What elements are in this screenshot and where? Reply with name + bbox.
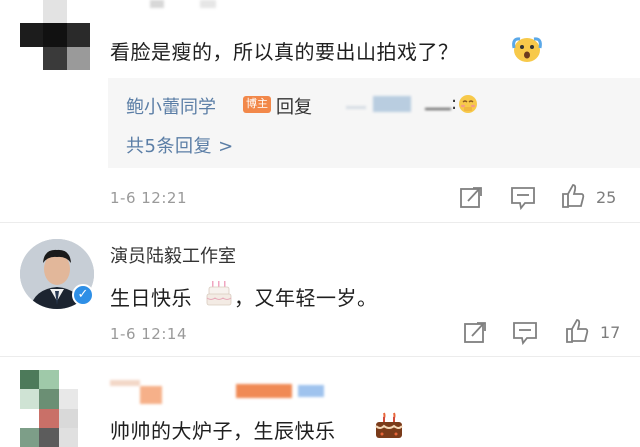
blurred-username xyxy=(236,384,292,398)
like-icon[interactable] xyxy=(560,183,586,209)
share-icon[interactable] xyxy=(462,320,488,346)
blurred-username xyxy=(110,380,140,386)
comment-divider xyxy=(0,222,640,223)
comment-text: 看脸是瘦的，所以真的要出山拍戏了？ xyxy=(110,40,459,64)
blurred-reply-target xyxy=(373,96,411,112)
cake-icon xyxy=(206,281,232,306)
blurred-reply-target xyxy=(346,106,366,109)
username[interactable]: 演员陆毅工作室 xyxy=(110,242,236,268)
share-icon[interactable] xyxy=(458,185,484,211)
comment-text: 生日快乐 xyxy=(110,286,192,310)
blurred-username xyxy=(140,386,162,404)
comment-timestamp: 1-6 12:14 xyxy=(110,325,187,343)
comment-text: 帅帅的大炉子，生辰快乐 xyxy=(110,419,336,443)
reply-verb: 回复 xyxy=(276,97,312,118)
reply-author-name[interactable]: 鲍小蕾同学 xyxy=(126,93,216,119)
like-count: 25 xyxy=(596,188,617,207)
reply-colon: : xyxy=(451,93,458,114)
cake-icon xyxy=(375,412,403,438)
blurred-username xyxy=(200,0,216,8)
comment-divider xyxy=(0,356,640,357)
verified-icon: ✓ xyxy=(72,284,94,306)
avatar-mosaic[interactable] xyxy=(20,0,90,70)
surprised-emoji-icon xyxy=(512,37,542,62)
avatar-mosaic[interactable] xyxy=(20,370,78,447)
comment-icon[interactable] xyxy=(512,320,538,346)
comment-icon[interactable] xyxy=(510,185,536,211)
blurred-username xyxy=(298,385,324,397)
like-count: 17 xyxy=(600,323,621,342)
blurred-reply-target xyxy=(425,108,451,110)
comment-text-continued: ，又年轻一岁。 xyxy=(234,286,378,310)
blurred-username xyxy=(150,0,164,8)
comment-timestamp: 1-6 12:21 xyxy=(110,189,187,207)
shy-emoji-icon xyxy=(459,95,477,113)
view-replies-link[interactable]: 共5条回复 > xyxy=(126,132,234,158)
like-icon[interactable] xyxy=(564,318,590,344)
author-badge: 博主 xyxy=(243,96,271,113)
